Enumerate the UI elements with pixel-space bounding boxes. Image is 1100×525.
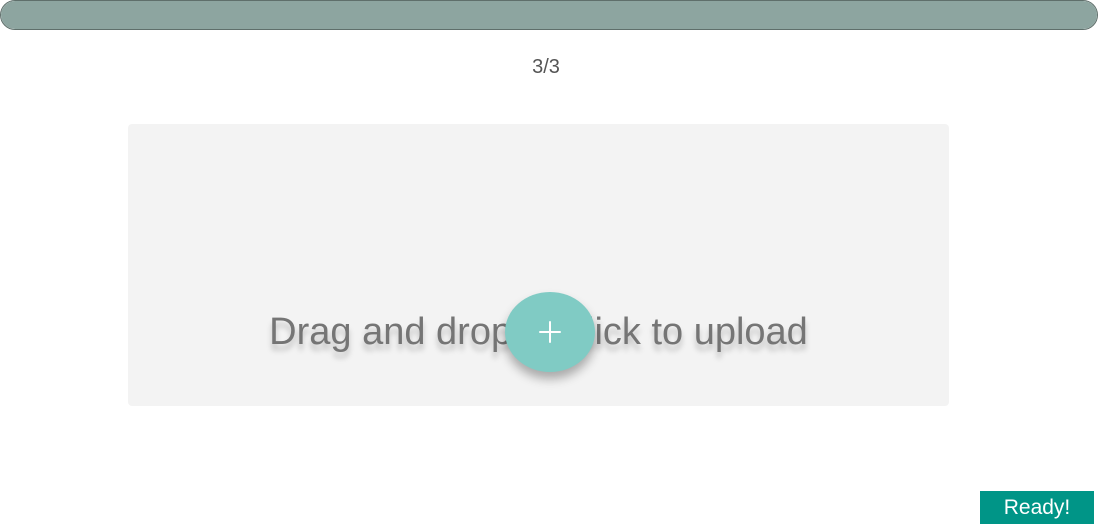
upload-page: 3/3 Drag and drop or click to upload Rea… (0, 0, 1100, 525)
step-counter: 3/3 (532, 56, 560, 78)
progress-bar (0, 0, 1098, 30)
status-badge: Ready! (980, 491, 1094, 524)
progress-bar-fill (1, 1, 1097, 29)
plus-icon (539, 321, 561, 343)
add-file-button[interactable] (505, 292, 595, 372)
upload-dropzone[interactable]: Drag and drop or click to upload (128, 124, 949, 406)
